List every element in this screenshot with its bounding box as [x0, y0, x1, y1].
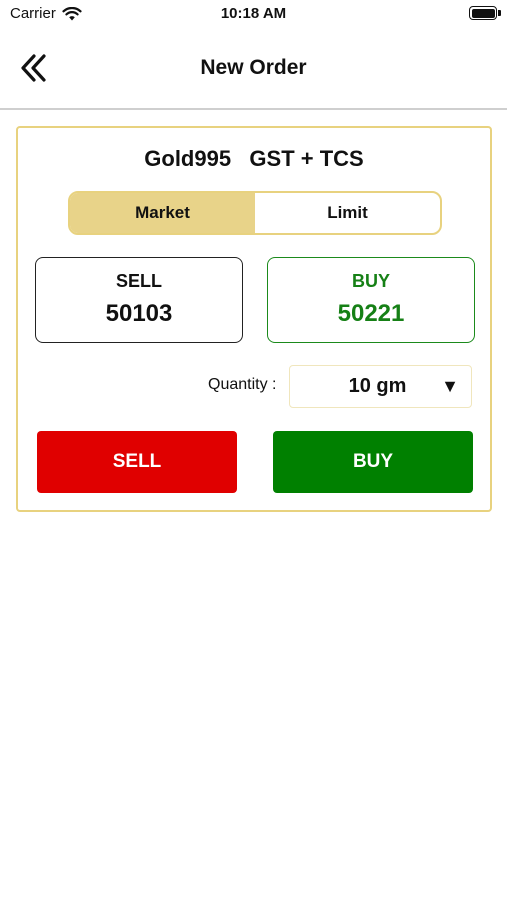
status-time: 10:18 AM [220, 5, 287, 22]
sell-price-label: SELL [115, 271, 162, 291]
quantity-dropdown[interactable]: 10 gm ▼ [289, 365, 472, 408]
buy-button[interactable]: BUY [273, 431, 473, 493]
battery-icon [469, 6, 497, 20]
sell-button[interactable]: SELL [37, 431, 237, 493]
product-title: Gold995 GST + TCS [144, 146, 364, 171]
navigation-bar: New Order [0, 28, 507, 110]
tab-market[interactable]: Market [70, 193, 255, 233]
quantity-label: Quantity : [208, 376, 277, 393]
order-card: Gold995 GST + TCS Market Limit SELL 5010… [16, 126, 492, 512]
battery-tip [498, 10, 501, 16]
sell-price-box: SELL 50103 [35, 257, 243, 343]
dropdown-caret-icon: ▼ [441, 376, 459, 396]
order-type-segment: Market Limit [68, 191, 442, 235]
buy-price-value: 50221 [337, 300, 405, 327]
sell-price-value: 50103 [105, 300, 173, 327]
buy-price-box: BUY 50221 [267, 257, 475, 343]
status-bar: Carrier 10:18 AM [0, 0, 507, 28]
page-title: New Order [200, 56, 307, 79]
buy-price-label: BUY [351, 271, 390, 291]
tab-limit[interactable]: Limit [255, 193, 440, 233]
